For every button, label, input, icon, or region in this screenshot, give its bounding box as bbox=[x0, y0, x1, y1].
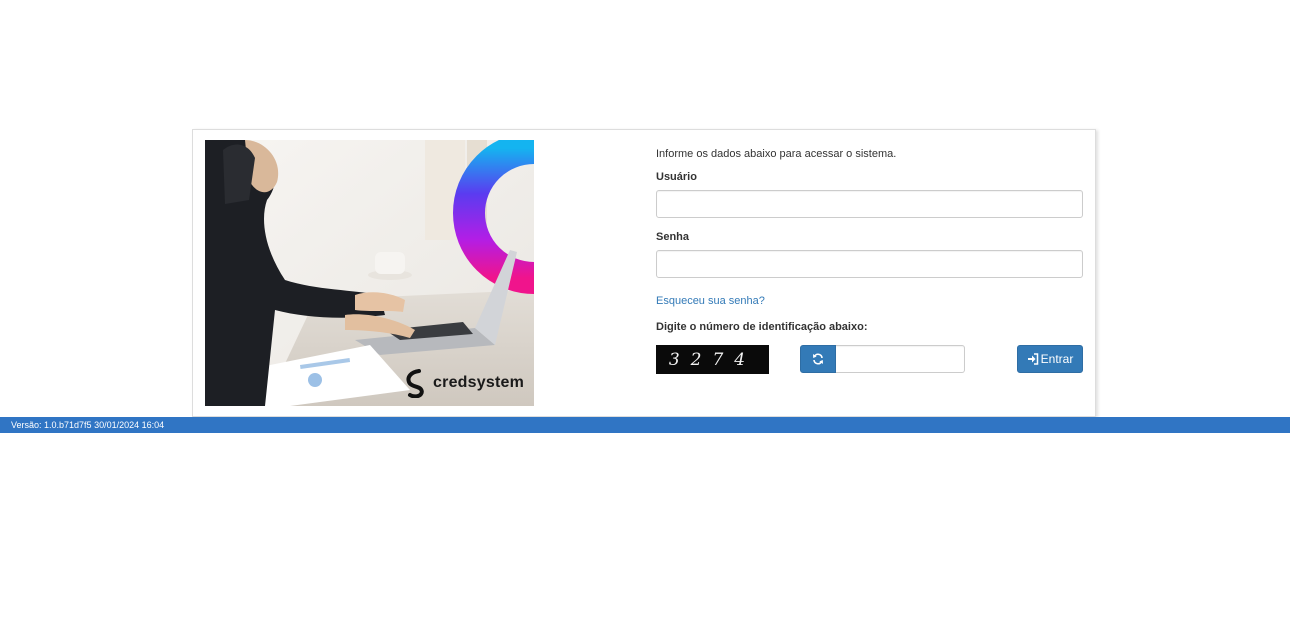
submit-button-label: Entrar bbox=[1040, 352, 1074, 366]
submit-button[interactable]: Entrar bbox=[1017, 345, 1083, 373]
captcha-input[interactable] bbox=[836, 345, 965, 373]
captcha-image: 3274 bbox=[656, 345, 769, 374]
sign-in-icon bbox=[1027, 353, 1038, 365]
captcha-row: 3274 Entrar bbox=[656, 345, 1084, 374]
password-label: Senha bbox=[656, 231, 690, 243]
login-form: Informe os dados abaixo para acessar o s… bbox=[656, 144, 1084, 374]
username-input[interactable] bbox=[656, 190, 1083, 218]
credsystem-logo: credsystem bbox=[404, 368, 524, 398]
version-footer: Versão: 1.0.b71d7f5 30/01/2024 16:04 bbox=[0, 417, 1290, 433]
credsystem-logo-text: credsystem bbox=[433, 374, 524, 391]
hero-image: credsystem bbox=[205, 140, 534, 406]
captcha-label: Digite o número de identificação abaixo: bbox=[656, 321, 868, 333]
login-intro: Informe os dados abaixo para acessar o s… bbox=[656, 148, 897, 160]
password-input[interactable] bbox=[656, 250, 1083, 278]
version-text: Versão: 1.0.b71d7f5 30/01/2024 16:04 bbox=[11, 420, 165, 430]
office-photo bbox=[205, 140, 534, 406]
credsystem-logo-icon bbox=[406, 369, 424, 398]
refresh-icon bbox=[813, 353, 823, 365]
refresh-captcha-button[interactable] bbox=[800, 345, 836, 373]
forgot-password-link[interactable]: Esqueceu sua senha? bbox=[656, 294, 1084, 308]
login-panel: credsystem Informe os dados abaixo para … bbox=[192, 129, 1096, 417]
username-label: Usuário bbox=[656, 171, 697, 183]
